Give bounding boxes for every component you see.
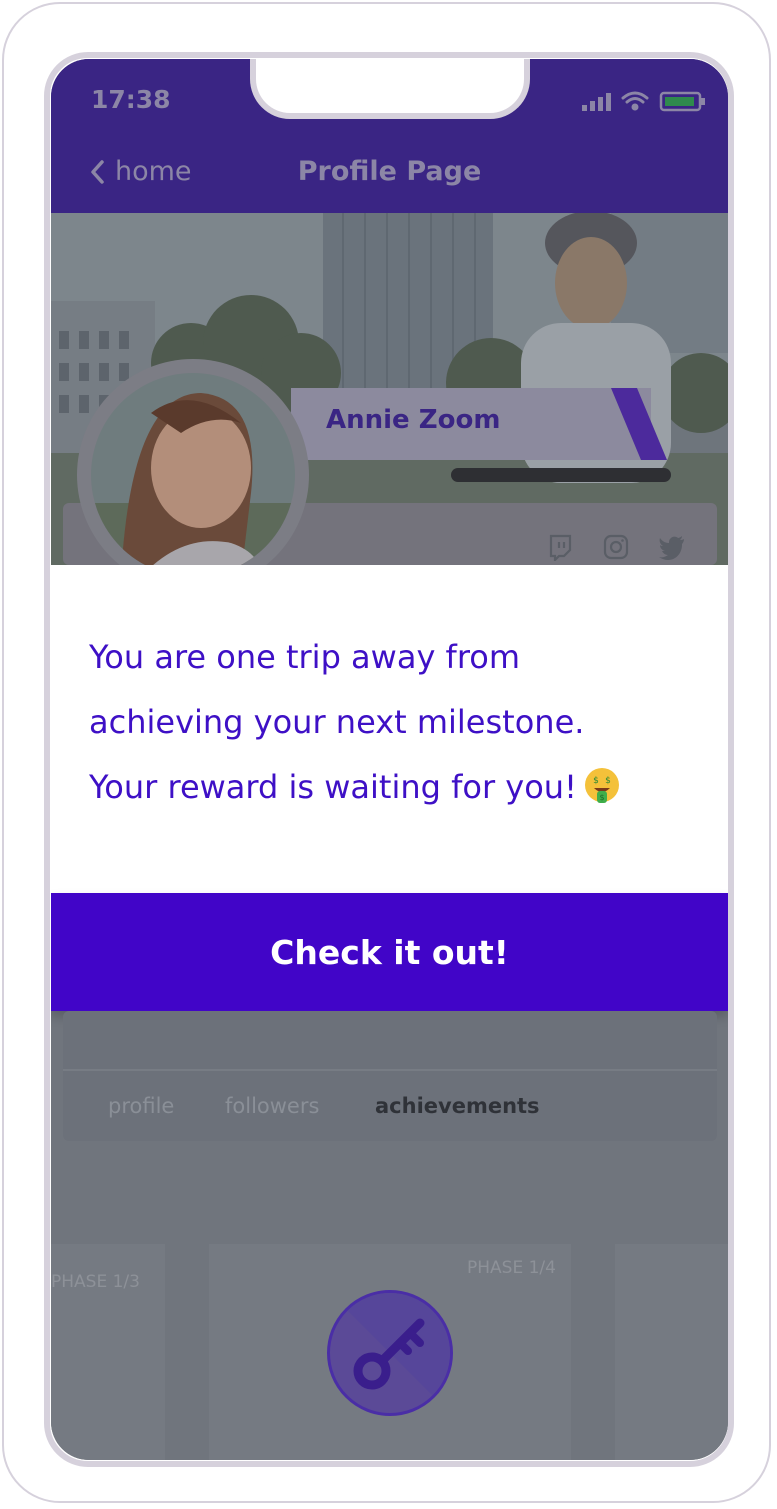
key-icon xyxy=(330,1293,450,1413)
milestone-popup: You are one trip away from achieving you… xyxy=(51,565,728,893)
profile-name: Annie Zoom xyxy=(326,405,501,435)
phase-label: PHASE 1/4 xyxy=(467,1258,556,1278)
svg-text:$: $ xyxy=(599,793,604,802)
check-it-out-button[interactable]: Check it out! xyxy=(51,893,728,1011)
page-title: Profile Page xyxy=(297,156,482,187)
avatar xyxy=(91,373,295,577)
phase-label: PHASE 1/3 xyxy=(51,1272,140,1292)
tab-achievements[interactable]: achievements xyxy=(375,1094,540,1118)
signal-icon xyxy=(582,93,611,111)
instagram-icon[interactable] xyxy=(602,533,630,561)
phone-notch xyxy=(250,59,530,119)
popup-line: achieving your next milestone. xyxy=(89,703,585,741)
tabs-divider xyxy=(63,1069,717,1071)
wifi-icon xyxy=(621,91,649,111)
popup-line: Your reward is waiting for you! xyxy=(89,768,577,806)
twitch-icon[interactable] xyxy=(546,533,574,561)
svg-text:$: $ xyxy=(605,776,611,786)
svg-text:$: $ xyxy=(593,776,599,786)
tab-profile[interactable]: profile xyxy=(108,1094,174,1118)
popup-line: You are one trip away from xyxy=(89,638,521,676)
twitter-icon[interactable] xyxy=(658,533,686,561)
money-mouth-face-icon: $ $ $ xyxy=(584,768,619,803)
status-icons xyxy=(582,91,705,112)
status-time: 17:38 xyxy=(91,85,171,114)
achievement-card-right[interactable] xyxy=(615,1244,728,1460)
popup-message: You are one trip away from achieving you… xyxy=(89,625,709,820)
screen: 17:38 home Profile Page Annie Zoom You a… xyxy=(51,59,728,1460)
achievement-badge xyxy=(327,1290,453,1416)
tab-followers[interactable]: followers xyxy=(225,1094,319,1118)
battery-icon xyxy=(659,91,705,112)
tabs-card xyxy=(63,1011,717,1141)
